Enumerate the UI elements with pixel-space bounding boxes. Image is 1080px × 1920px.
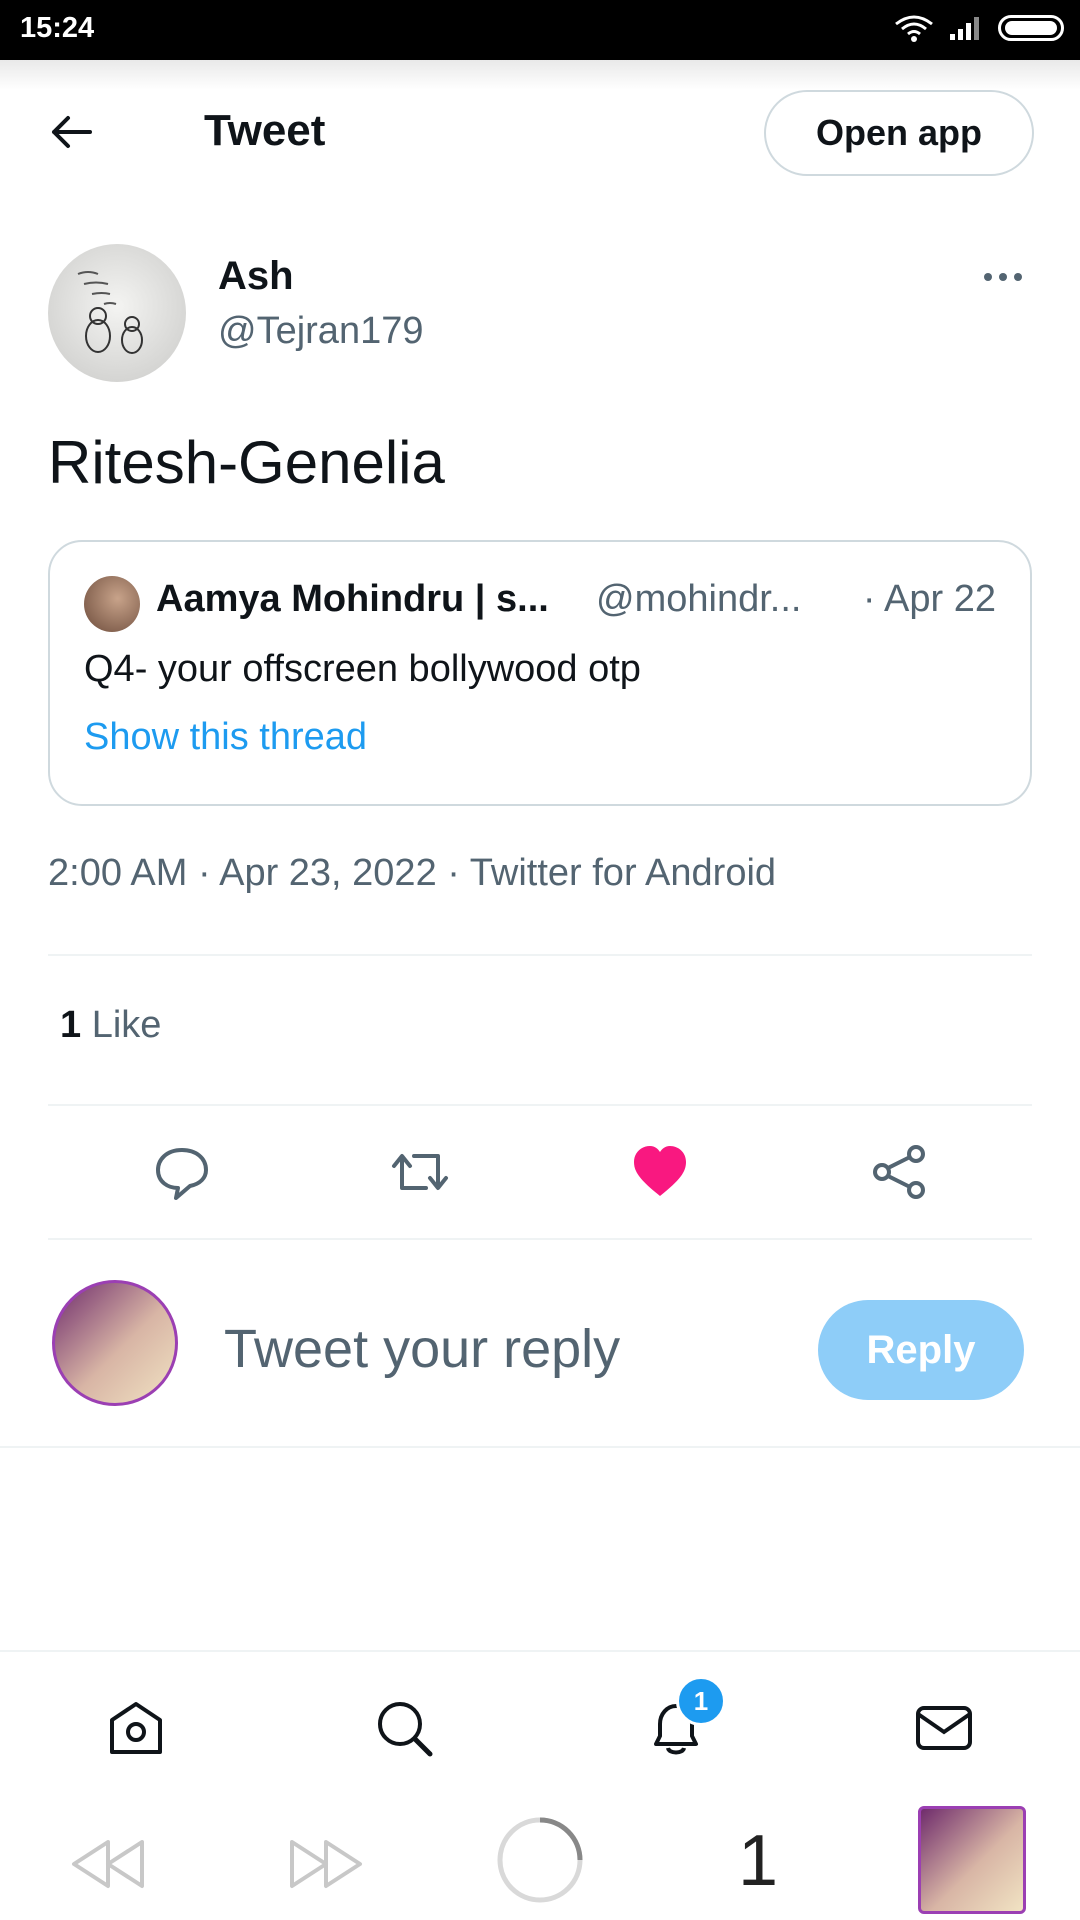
heart-icon[interactable] xyxy=(628,1140,692,1204)
wifi-icon xyxy=(895,15,933,42)
status-bar: 15:24 xyxy=(0,0,1080,60)
page-title: Tweet xyxy=(204,106,326,155)
divider xyxy=(48,1238,1032,1240)
comment-icon[interactable] xyxy=(150,1140,214,1204)
reply-input[interactable]: Tweet your reply xyxy=(224,1318,620,1380)
browser-toolbar: 1 xyxy=(0,1800,1080,1920)
retweet-icon[interactable] xyxy=(388,1140,452,1204)
tweet-actions xyxy=(48,1140,1032,1200)
quoted-date: · Apr 22 xyxy=(862,578,996,620)
author-handle[interactable]: @Tejran179 xyxy=(218,310,423,353)
like-label: Like xyxy=(91,1004,162,1046)
bottom-nav xyxy=(0,1650,1080,1802)
reply-button[interactable]: Reply xyxy=(818,1300,1024,1400)
status-icons xyxy=(894,14,1064,42)
open-app-button[interactable]: Open app xyxy=(764,90,1034,176)
tab-count[interactable]: 1 xyxy=(738,1820,778,1902)
quoted-author-handle: @mohindr... xyxy=(596,578,802,620)
avatar-sketch xyxy=(77,271,143,354)
more-icon[interactable] xyxy=(978,262,1028,292)
signal-icon xyxy=(950,17,979,40)
quoted-author-name: Aamya Mohindru | s... xyxy=(156,578,549,620)
top-bar: Tweet Open app xyxy=(0,88,1080,178)
header-shadow xyxy=(0,60,1080,90)
tweet-meta: 2:00 AM · Apr 23, 2022 · Twitter for And… xyxy=(48,852,777,894)
fast-forward-icon[interactable] xyxy=(286,1834,366,1894)
like-count: 1 xyxy=(60,1004,82,1046)
author-name[interactable]: Ash xyxy=(218,254,294,299)
divider xyxy=(0,1446,1080,1448)
rewind-icon[interactable] xyxy=(68,1834,148,1894)
user-avatar[interactable] xyxy=(52,1280,178,1406)
loading-icon[interactable] xyxy=(494,1814,586,1906)
divider xyxy=(48,954,1032,956)
quoted-text: Q4- your offscreen bollywood otp xyxy=(84,648,641,690)
quoted-tweet-card[interactable]: Aamya Mohindru | s... @mohindr... · Apr … xyxy=(48,540,1032,806)
back-arrow-icon[interactable] xyxy=(46,112,96,152)
quoted-avatar xyxy=(84,576,140,632)
share-icon[interactable] xyxy=(868,1140,932,1204)
notification-badge: 1 xyxy=(676,1676,726,1726)
search-icon[interactable] xyxy=(372,1696,436,1760)
battery-icon xyxy=(998,15,1064,41)
show-thread-link[interactable]: Show this thread xyxy=(84,716,367,759)
profile-thumbnail[interactable] xyxy=(918,1806,1026,1914)
mail-icon[interactable] xyxy=(912,1696,976,1760)
like-count-row[interactable]: 1 Like xyxy=(60,1004,161,1047)
home-icon[interactable] xyxy=(104,1696,168,1760)
divider xyxy=(48,1104,1032,1106)
tweet-text: Ritesh-Genelia xyxy=(48,429,445,496)
author-avatar[interactable] xyxy=(48,244,186,382)
status-time: 15:24 xyxy=(20,12,95,44)
